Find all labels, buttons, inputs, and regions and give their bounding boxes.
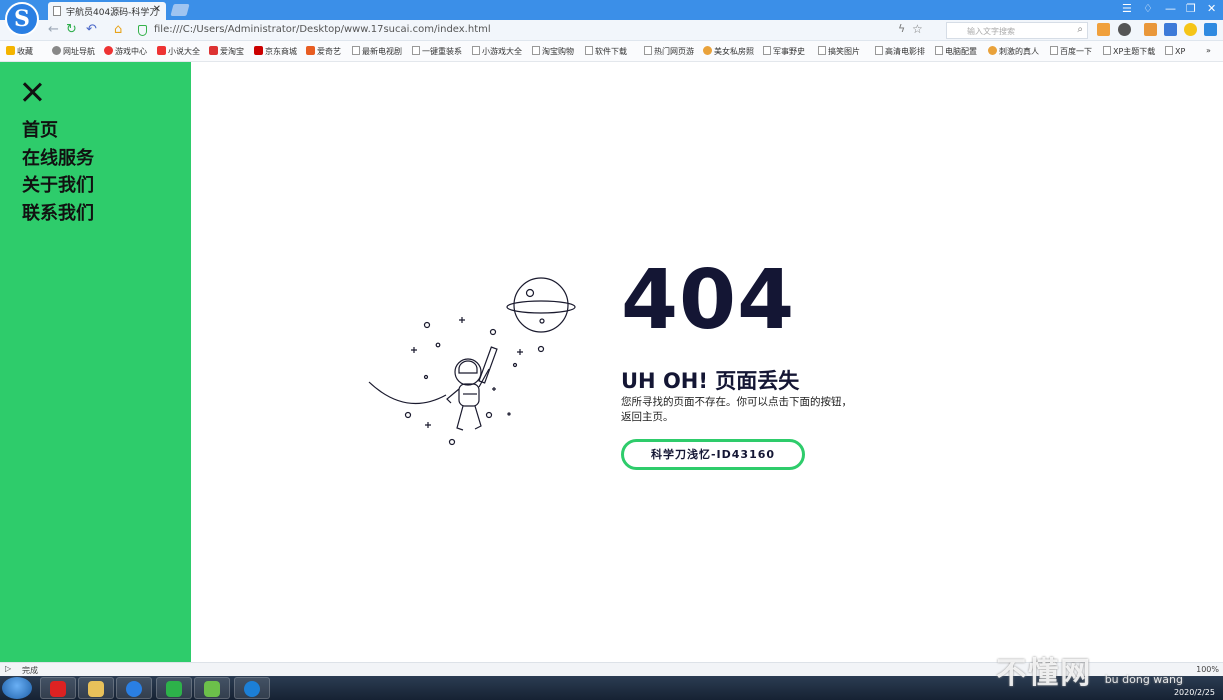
menu-item-contact[interactable]: 联系我们 <box>22 200 94 228</box>
browser-logo[interactable]: S <box>5 2 39 36</box>
status-icon: ▷ <box>5 664 12 673</box>
taskbar-app-search[interactable] <box>234 677 270 699</box>
undo-icon[interactable]: ↶ <box>86 22 97 37</box>
tab-close-icon[interactable]: ✕ <box>153 4 161 15</box>
close-icon[interactable] <box>22 82 42 102</box>
document-icon <box>53 6 61 16</box>
bookmarks-bar: 收藏 网址导航 游戏中心 小说大全 爱淘宝 京东商城 爱奇艺 最新电视剧 一键重… <box>0 41 1223 62</box>
back-icon[interactable]: ← <box>48 22 59 37</box>
page-sidebar: 首页 在线服务 关于我们 联系我们 <box>0 62 191 662</box>
refresh-icon[interactable]: ↻ <box>66 22 77 37</box>
search-placeholder: 输入文字搜索 <box>967 27 1015 36</box>
title-bar: 宇航员404源码-科学刀 ✕ ☰ ♢ — ❐ ✕ <box>0 0 1223 20</box>
bookmark-item[interactable]: 小游戏大全 <box>472 46 522 57</box>
start-button[interactable] <box>2 677 32 699</box>
bookmark-item[interactable]: 游戏中心 <box>104 46 147 57</box>
main-content: 404 UH OH! 页面丢失 您所寻找的页面不存在。你可以点击下面的按钮，返回… <box>191 62 1223 662</box>
key-icon[interactable] <box>1144 23 1157 36</box>
home-button[interactable]: 科学刀浅忆-ID43160 <box>621 439 805 470</box>
status-text: 完成 <box>22 666 38 675</box>
address-bar[interactable]: file:///C:/Users/Administrator/Desktop/w… <box>134 22 940 39</box>
bookmark-item[interactable]: 收藏 <box>6 46 33 57</box>
menu-item-about[interactable]: 关于我们 <box>22 172 94 200</box>
bookmark-item[interactable]: 军事野史 <box>763 46 805 57</box>
error-heading: UH OH! 页面丢失 <box>621 369 800 393</box>
bookmark-item[interactable]: 刺激的真人 <box>988 46 1039 57</box>
emoji-icon[interactable] <box>1184 23 1197 36</box>
translate-icon[interactable] <box>1164 23 1177 36</box>
bookmark-item[interactable]: 小说大全 <box>157 46 200 57</box>
new-tab-button[interactable] <box>170 4 190 16</box>
lightning-icon[interactable]: ϟ <box>898 22 905 35</box>
bookmark-item[interactable]: 百度一下 <box>1050 46 1092 57</box>
search-icon[interactable]: ⌕ <box>1077 24 1083 35</box>
scissors-icon[interactable] <box>1118 23 1131 36</box>
bookmark-item[interactable]: 搞笑图片 <box>818 46 860 57</box>
sidebar-menu: 首页 在线服务 关于我们 联系我们 <box>22 117 94 227</box>
skin-icon[interactable]: ♢ <box>1143 2 1153 15</box>
browser-window: 宇航员404源码-科学刀 ✕ ☰ ♢ — ❐ ✕ S ← ↻ ↶ ⌂ file:… <box>0 0 1223 700</box>
taskbar-app-editor[interactable] <box>194 677 230 699</box>
taskbar-app-green[interactable] <box>156 677 192 699</box>
bookmark-item[interactable]: 电脑配置 <box>935 46 977 57</box>
bookmark-item[interactable]: 京东商城 <box>254 46 297 57</box>
star-icon[interactable]: ☆ <box>912 22 923 36</box>
bookmark-item[interactable]: 爱淘宝 <box>209 46 244 57</box>
taskbar-app-music[interactable] <box>40 677 76 699</box>
maximize-icon[interactable]: ❐ <box>1186 2 1196 15</box>
extension-icon[interactable] <box>1097 23 1110 36</box>
taskbar-app-browser[interactable] <box>116 677 152 699</box>
bookmark-item[interactable]: 最新电视剧 <box>352 46 402 57</box>
menu-item-services[interactable]: 在线服务 <box>22 145 94 173</box>
astronaut-illustration <box>368 277 576 446</box>
bookmark-item[interactable]: 网址导航 <box>52 46 95 57</box>
menu-icon[interactable]: ☰ <box>1122 2 1132 15</box>
zoom-level[interactable]: 100% <box>1196 665 1219 674</box>
close-window-icon[interactable]: ✕ <box>1207 2 1216 15</box>
bookmark-item[interactable]: 爱奇艺 <box>306 46 341 57</box>
error-description: 您所寻找的页面不存在。你可以点击下面的按钮，返回主页。 <box>621 396 852 423</box>
nav-bar: ← ↻ ↶ ⌂ file:///C:/Users/Administrator/D… <box>0 20 1223 41</box>
url-text: file:///C:/Users/Administrator/Desktop/w… <box>154 24 491 35</box>
taskbar-app-explorer[interactable] <box>78 677 114 699</box>
bookmark-item[interactable]: 热门网页游 <box>644 46 694 57</box>
bookmark-item[interactable]: 美女私房照 <box>703 46 754 57</box>
search-input[interactable]: 输入文字搜索 ⌕ <box>946 22 1088 39</box>
menu-item-home[interactable]: 首页 <box>22 117 94 145</box>
bookmark-item[interactable]: 高清电影排 <box>875 46 925 57</box>
browser-tab[interactable]: 宇航员404源码-科学刀 ✕ <box>48 2 166 20</box>
bookmark-item[interactable]: XP <box>1165 46 1185 56</box>
watermark: 不懂网 bu dong wang <box>996 656 1183 691</box>
bookmark-item[interactable]: XP主题下载 <box>1103 46 1155 57</box>
minimize-icon[interactable]: — <box>1165 2 1176 15</box>
error-code: 404 <box>621 253 796 348</box>
download-icon[interactable] <box>1204 23 1217 36</box>
home-icon[interactable]: ⌂ <box>114 22 122 37</box>
shield-icon <box>138 25 147 36</box>
tab-title: 宇航员404源码-科学刀 <box>66 8 159 18</box>
bookmark-item[interactable]: 软件下载 <box>585 46 627 57</box>
bookmark-item[interactable]: 淘宝购物 <box>532 46 574 57</box>
more-bookmarks-icon[interactable]: » <box>1206 46 1211 55</box>
bookmark-item[interactable]: 一键重装系 <box>412 46 462 57</box>
